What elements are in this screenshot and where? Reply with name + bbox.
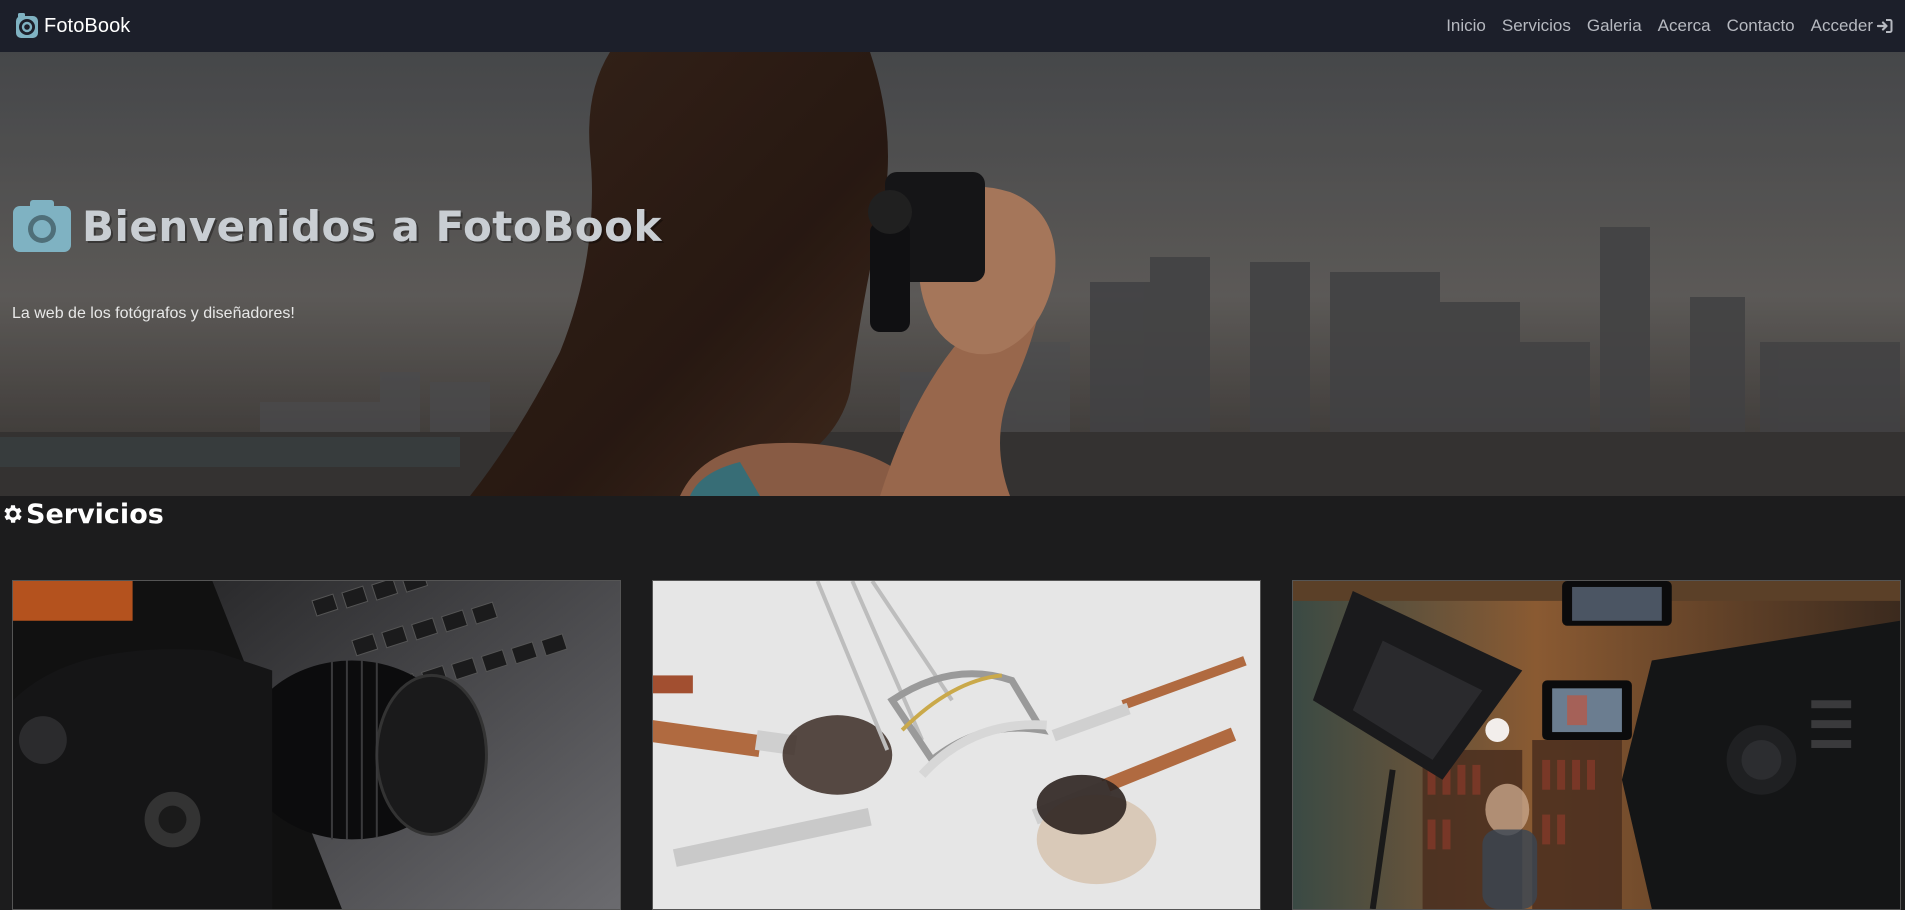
- nav-link-contacto[interactable]: Contacto: [1727, 16, 1795, 36]
- brand-name: FotoBook: [44, 14, 131, 37]
- services-title: Servicios: [26, 498, 164, 530]
- video-studio-photo: [1293, 581, 1900, 909]
- hero-banner: Bienvenidos a FotoBook La web de los fot…: [0, 52, 1905, 496]
- hero-title: Bienvenidos a FotoBook: [12, 198, 662, 254]
- nav-link-servicios[interactable]: Servicios: [1502, 16, 1571, 36]
- service-card-makeup[interactable]: [652, 580, 1261, 910]
- makeup-brushes-photo: [653, 581, 1260, 909]
- nav-link-acerca[interactable]: Acerca: [1658, 16, 1711, 36]
- sign-in-icon: [1877, 19, 1893, 33]
- services-heading: Servicios: [0, 496, 164, 532]
- nav-link-acceder[interactable]: Acceder: [1811, 16, 1893, 36]
- brand[interactable]: FotoBook: [14, 11, 130, 41]
- hero-overlay: [0, 52, 1905, 496]
- nav-link-galeria[interactable]: Galeria: [1587, 16, 1642, 36]
- service-card-video[interactable]: [1292, 580, 1901, 910]
- service-card-photography[interactable]: [12, 580, 621, 910]
- nav-link-inicio[interactable]: Inicio: [1446, 16, 1486, 36]
- nav-links: Inicio Servicios Galeria Acerca Contacto…: [1446, 16, 1893, 36]
- gear-icon: [4, 505, 22, 523]
- nav-link-acceder-label: Acceder: [1810, 16, 1873, 35]
- camera-icon: [13, 200, 71, 252]
- camera-logo-icon: [16, 13, 38, 38]
- hero-subtitle: La web de los fotógrafos y diseñadores!: [12, 305, 295, 322]
- navbar: FotoBook Inicio Servicios Galeria Acerca…: [0, 0, 1905, 52]
- camera-laptop-photo: [13, 581, 620, 909]
- hero-heading: Bienvenidos a FotoBook: [82, 201, 662, 251]
